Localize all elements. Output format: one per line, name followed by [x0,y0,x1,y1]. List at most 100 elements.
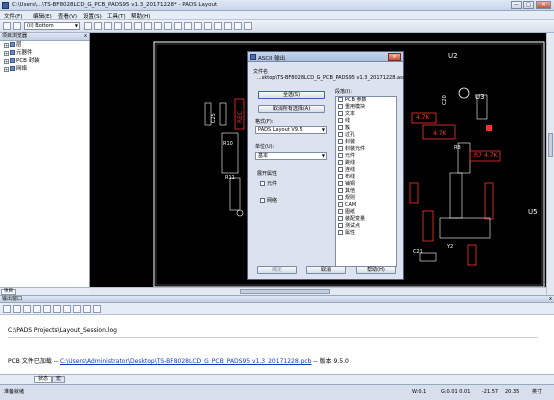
tree-item-nets[interactable]: + 网络 [0,65,89,73]
run-icon[interactable] [23,305,31,313]
checkbox-icon[interactable] [338,111,343,116]
checkbox-icon[interactable] [338,146,343,151]
section-item[interactable]: 铺铜 [336,181,396,188]
route-icon[interactable] [134,22,142,30]
checkbox-icon[interactable] [338,230,343,235]
format-select[interactable]: PADS Layout V9.5 ▼ [255,126,327,134]
zoom-icon[interactable] [84,22,92,30]
checkbox-icon[interactable] [260,181,265,186]
checkbox-icon[interactable] [338,174,343,179]
section-item[interactable]: 规则 [336,195,396,202]
verify-icon[interactable] [184,22,192,30]
checkbox-icon[interactable] [338,167,343,172]
menu-tools[interactable]: 工具(T) [107,12,126,20]
expand-nets-checkbox[interactable]: 网络 [260,197,277,204]
checkbox-icon[interactable] [338,160,343,165]
output-log[interactable]: C:\PADS Projects\Layout_Session.log PCB … [0,315,554,374]
checkbox-icon[interactable] [338,188,343,193]
bga-icon[interactable] [174,22,182,30]
section-item[interactable]: 重用模块 [336,104,396,111]
pan-icon[interactable] [94,22,102,30]
section-item[interactable]: 文本 [336,111,396,118]
dialog-close-button[interactable]: ✕ [388,53,401,61]
maximize-button[interactable]: □ [523,1,534,9]
dimension-icon[interactable] [164,22,172,30]
checkbox-icon[interactable] [338,202,343,207]
section-item[interactable]: 封装 [336,139,396,146]
checkbox-icon[interactable] [338,104,343,109]
deselect-all-button[interactable]: 取消所有选择(A) [258,105,325,113]
checkbox-icon[interactable] [338,181,343,186]
expand-icon[interactable]: + [4,67,9,72]
checkbox-icon[interactable] [338,216,343,221]
expand-icon[interactable]: + [4,59,9,64]
tree-item-layers[interactable]: + 层 [0,41,89,49]
section-item[interactable]: 元件 [336,153,396,160]
tab-status[interactable]: 状态 [34,376,53,383]
section-item[interactable]: CAM [336,202,396,209]
options-icon[interactable] [93,305,101,313]
cancel-button[interactable]: 取消 [306,266,346,274]
layer-select[interactable]: (ii) Bottom ▼ [24,22,80,30]
canvas-vertical-scrollbar[interactable] [546,33,554,295]
section-item[interactable]: 其他 [336,188,396,195]
ok-button[interactable]: 确定 [257,266,297,274]
open-macro-icon[interactable] [63,305,71,313]
section-item[interactable]: 连线 [336,167,396,174]
help-button[interactable]: 帮助(H) [356,266,396,274]
section-item[interactable]: 封装元件 [336,146,396,153]
expand-icon[interactable]: + [4,43,9,48]
section-item[interactable]: 过孔 [336,132,396,139]
menu-view[interactable]: 查看(V) [58,12,77,20]
checkbox-icon[interactable] [338,209,343,214]
minimize-button[interactable]: — [511,1,522,9]
close-icon[interactable]: x [84,33,87,40]
save-macro-icon[interactable] [73,305,81,313]
section-item[interactable]: 装配变量 [336,216,396,223]
tree-item-pcb-decals[interactable]: + PCB 封装 [0,57,89,65]
layers-icon[interactable] [104,22,112,30]
log-file-link[interactable]: C:\Users\Administrator\Desktop\TS-BF8028… [60,358,312,365]
menu-help[interactable]: 帮助(H) [131,12,150,20]
section-item[interactable]: 布线 [336,174,396,181]
section-item[interactable]: 簇 [336,125,396,132]
checkbox-icon[interactable] [338,125,343,130]
menu-setup[interactable]: 设置(S) [83,12,102,20]
properties-icon[interactable] [244,22,252,30]
tab-macro[interactable]: 宏 [52,376,66,383]
tree-item-parts[interactable]: + 元器件 [0,49,89,57]
print-icon[interactable] [234,22,242,30]
back-icon[interactable] [3,305,11,313]
save-icon[interactable] [224,22,232,30]
menu-file[interactable]: 文件(F) [4,12,22,20]
redo-icon[interactable] [204,22,212,30]
section-item[interactable]: 属性 [336,230,396,237]
section-item[interactable]: PCB 参数 [336,97,396,104]
stop-icon[interactable] [33,305,41,313]
checkbox-icon[interactable] [338,132,343,137]
section-item[interactable]: 线 [336,118,396,125]
scroll-thumb[interactable] [240,289,330,294]
forward-icon[interactable] [13,305,21,313]
section-item[interactable]: 测试点 [336,223,396,230]
select-icon[interactable] [144,22,152,30]
ecO-toolbar-icon[interactable] [124,22,132,30]
open-icon[interactable] [13,22,21,30]
new-icon[interactable] [3,22,11,30]
menu-edit[interactable]: 编辑(E) [33,12,52,20]
units-select[interactable]: 基本 ▼ [255,152,327,160]
checkbox-icon[interactable] [260,198,265,203]
expand-parts-checkbox[interactable]: 元件 [260,180,277,187]
section-item[interactable]: 跳线 [336,160,396,167]
record-icon[interactable] [43,305,51,313]
scroll-thumb[interactable] [548,133,553,157]
drafting-icon[interactable] [154,22,162,30]
expand-icon[interactable]: + [4,51,9,56]
design-toolbar-icon[interactable] [114,22,122,30]
checkbox-icon[interactable] [338,139,343,144]
canvas-horizontal-scrollbar[interactable] [90,287,546,295]
close-icon[interactable]: x [549,296,552,303]
section-item[interactable]: 图纸 [336,209,396,216]
macro-icon[interactable] [53,305,61,313]
checkbox-icon[interactable] [338,153,343,158]
